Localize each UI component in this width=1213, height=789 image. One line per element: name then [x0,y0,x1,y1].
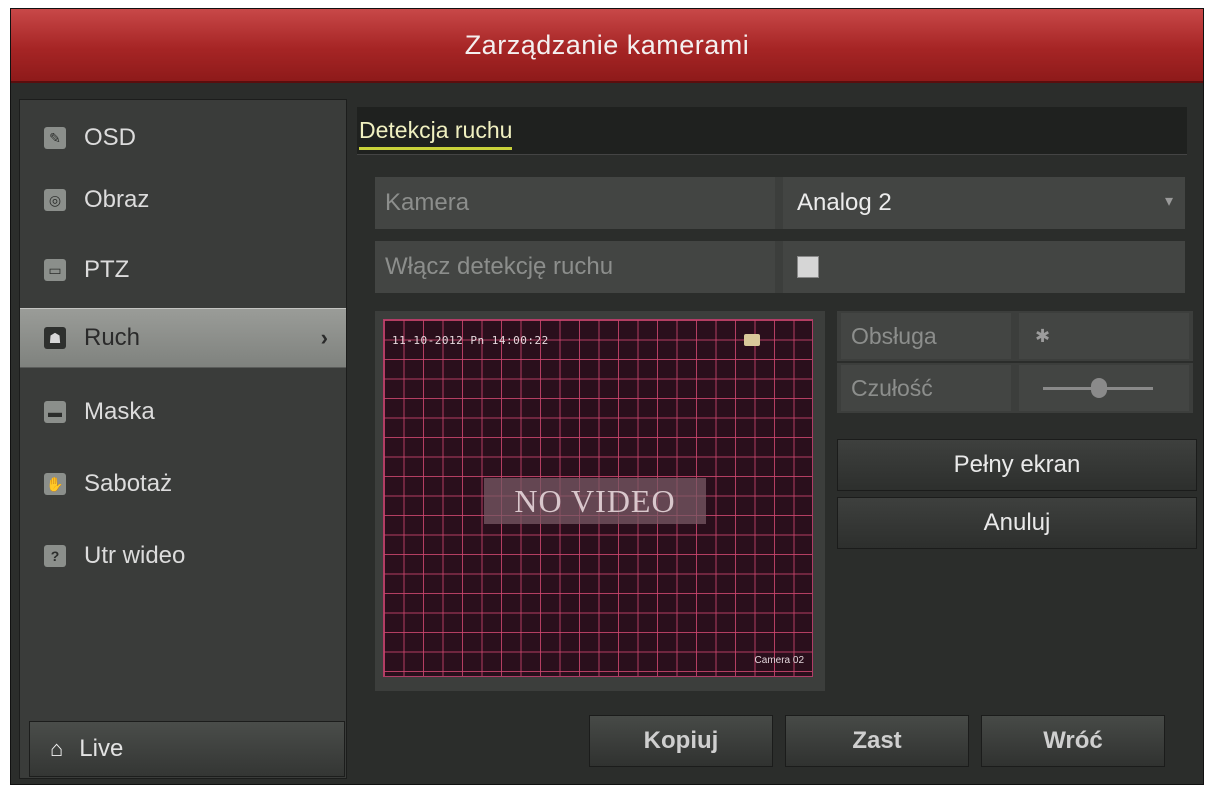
sidebar-item-sabotaz[interactable]: ✋ Sabotaż [20,454,346,514]
sidebar-item-label: Obraz [84,186,150,213]
cancel-button[interactable]: Anuluj [837,497,1197,549]
copy-button[interactable]: Kopiuj [589,715,773,767]
camera-row: Kamera Analog 2 ▾ [375,177,1185,229]
handling-settings-button[interactable]: ✱ [1019,313,1189,359]
sidebar-item-obraz[interactable]: ◎ Obraz [20,170,346,230]
sidebar-item-ruch[interactable]: ☗ Ruch › [20,308,346,368]
sidebar: ✎ OSD ◎ Obraz ▭ PTZ ☗ Ruch › ▬ Maska ✋ S… [19,99,347,779]
motion-preview-panel: 11-10-2012 Pn 14:00:22 NO VIDEO Camera 0… [375,311,825,691]
camera-management-window: Zarządzanie kamerami ✎ OSD ◎ Obraz ▭ PTZ… [10,8,1204,785]
enable-motion-row: Włącz detekcję ruchu [375,241,1185,293]
record-status-icon [744,334,760,346]
back-button[interactable]: Wróć [981,715,1165,767]
sidebar-item-utr-wideo[interactable]: ? Utr wideo [20,526,346,586]
hand-icon: ✋ [44,473,66,495]
handling-label: Obsługa [841,313,1011,359]
sidebar-item-label: OSD [84,124,137,151]
home-icon: ⌂ [50,736,64,761]
enable-motion-checkbox[interactable] [797,256,819,278]
sidebar-item-maska[interactable]: ▬ Maska [20,382,346,442]
palette-icon: ◎ [44,189,66,211]
camera-label: Kamera [375,177,775,229]
sidebar-item-osd[interactable]: ✎ OSD [20,108,346,168]
enable-motion-field [783,241,1185,293]
sidebar-item-label: PTZ [84,256,130,283]
pencil-icon: ✎ [44,127,66,149]
no-video-label: NO VIDEO [484,478,706,524]
chevron-right-icon: › [320,325,328,350]
motion-grid[interactable]: 11-10-2012 Pn 14:00:22 NO VIDEO Camera 0… [383,319,813,677]
main-content: Detekcja ruchu Kamera Analog 2 ▾ Włącz d… [357,99,1197,779]
handling-row: Obsługa ✱ [837,311,1193,361]
mask-icon: ▬ [44,401,66,423]
sensitivity-slider[interactable] [1019,365,1189,411]
gear-icon: ✱ [1035,325,1051,346]
ptz-icon: ▭ [44,259,66,281]
camera-select[interactable]: Analog 2 ▾ [783,177,1185,229]
sidebar-item-label: Maska [84,398,155,425]
title-bar: Zarządzanie kamerami [11,9,1203,83]
section-title[interactable]: Detekcja ruchu [359,117,513,150]
sidebar-item-label: Sabotaż [84,470,173,497]
sidebar-item-ptz[interactable]: ▭ PTZ [20,240,346,300]
live-button[interactable]: ⌂ Live [29,721,345,777]
motion-icon: ☗ [44,327,66,349]
live-label: Live [79,735,124,762]
sidebar-item-label: Ruch [84,324,141,351]
sensitivity-label: Czułość [841,365,1011,411]
enable-motion-label: Włącz detekcję ruchu [375,241,775,293]
camera-name-overlay: Camera 02 [754,655,804,666]
fullscreen-button[interactable]: Pełny ekran [837,439,1197,491]
slider-knob[interactable] [1091,378,1107,398]
dropdown-arrow-icon: ▾ [1164,193,1173,210]
osd-timestamp: 11-10-2012 Pn 14:00:22 [392,334,549,347]
apply-button[interactable]: Zast [785,715,969,767]
camera-value: Analog 2 [797,189,892,216]
video-loss-icon: ? [44,545,66,567]
sidebar-item-label: Utr wideo [84,542,186,569]
sensitivity-row: Czułość [837,363,1193,413]
window-title: Zarządzanie kamerami [464,29,750,60]
section-header: Detekcja ruchu [357,107,1187,155]
